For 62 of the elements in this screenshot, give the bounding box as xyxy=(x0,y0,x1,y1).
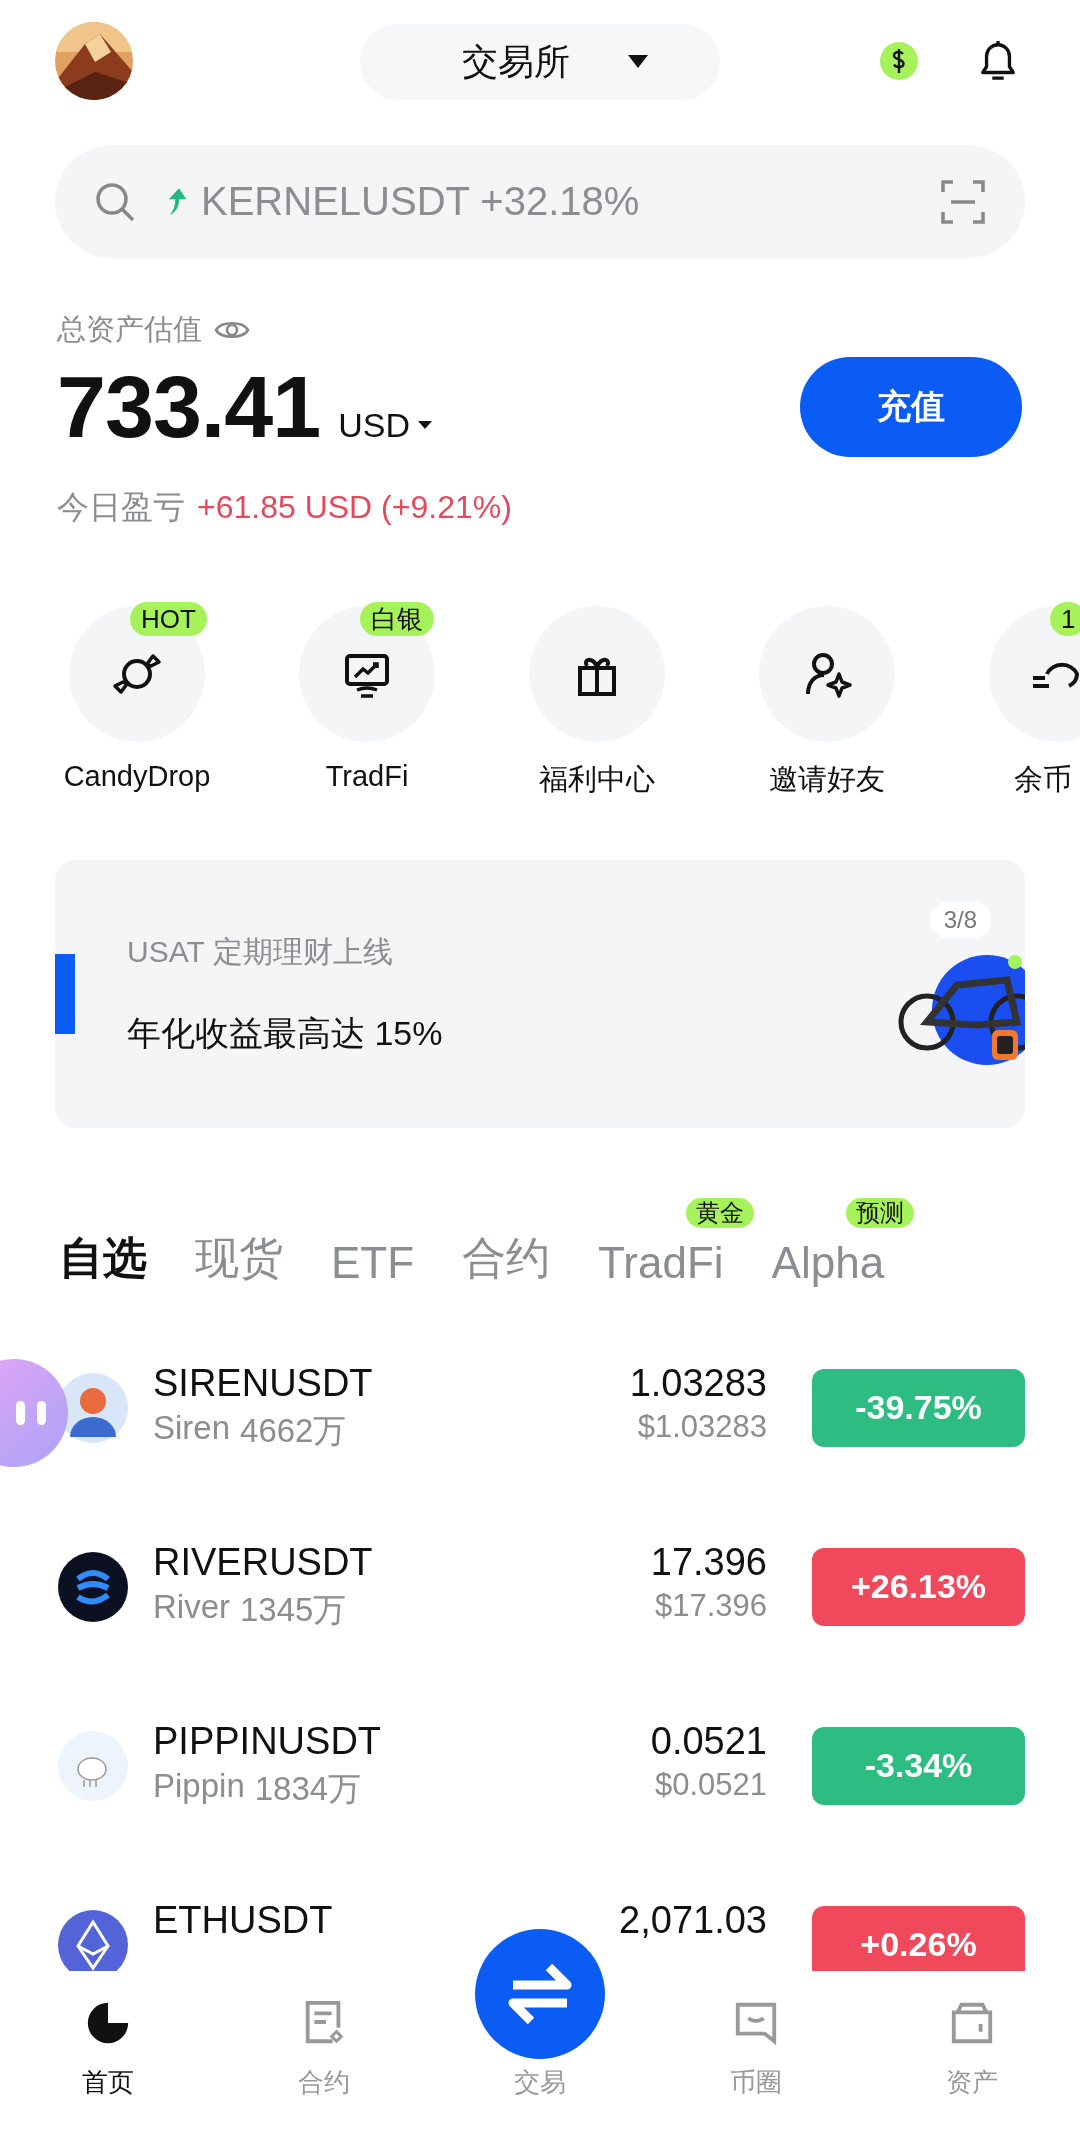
badge: 黄金 xyxy=(685,1198,754,1228)
balance-label: 总资产估值 xyxy=(57,312,202,347)
deposit-button[interactable]: 充值 xyxy=(800,357,1022,457)
change-badge[interactable]: -3.34% xyxy=(812,1726,1025,1805)
caret-icon xyxy=(417,421,432,430)
pnl-value: +61.85 USD (+9.21%) xyxy=(197,489,512,526)
badge: 1 xyxy=(1050,602,1080,636)
page-indicator: 3/8 xyxy=(929,902,991,938)
currency-selector[interactable]: USD xyxy=(338,406,432,445)
pair-symbol: RIVERUSDT xyxy=(153,1540,374,1584)
volume: 1345万 xyxy=(240,1589,347,1630)
badge: 白银 xyxy=(360,602,434,636)
nav-tab[interactable]: 币圈 xyxy=(648,1971,864,2131)
pair-symbol: SIRENUSDT xyxy=(153,1361,374,1405)
nav-tab[interactable]: 交易 xyxy=(514,2065,566,2095)
market-tab[interactable]: 现货 xyxy=(195,1229,283,1288)
nav-tab[interactable]: 首页 xyxy=(0,1971,216,2131)
shortcut-label: TradFi xyxy=(325,760,409,793)
coin-icon xyxy=(58,1551,128,1622)
shortcut-label: CandyDrop xyxy=(63,760,211,793)
usd-price: $17.396 xyxy=(654,1587,767,1624)
price: 17.396 xyxy=(650,1540,767,1584)
swap-button[interactable] xyxy=(475,1929,605,2059)
change-badge[interactable]: +0.26% xyxy=(812,1905,1025,1971)
market-tab[interactable]: 合约 xyxy=(462,1229,551,1288)
usd-price: $1.03283 xyxy=(637,1408,767,1445)
shortcut-label: 福利中心 xyxy=(539,762,655,797)
change-badge[interactable]: -39.75% xyxy=(812,1368,1025,1447)
banner-title: 年化收益最高达 15% xyxy=(127,1012,443,1054)
pnl-label: 今日盈亏 xyxy=(57,488,185,527)
badge: HOT xyxy=(130,602,207,636)
coin-name: Siren xyxy=(153,1408,231,1448)
price: 0.0521 xyxy=(650,1719,767,1763)
coin-icon xyxy=(58,1730,128,1801)
coin-name: River xyxy=(153,1587,230,1627)
volume: 1834万 xyxy=(254,1768,362,1809)
exchange-selector[interactable]: 交易所 xyxy=(360,24,720,100)
promo-banner[interactable]: USAT 定期理财上线 年化收益最高达 15% 3/8 xyxy=(55,860,1025,1128)
change-badge[interactable]: +26.13% xyxy=(812,1547,1025,1626)
shortcut-label: 邀请好友 xyxy=(769,762,885,797)
price: 1.03283 xyxy=(629,1361,767,1405)
badge: 预测 xyxy=(846,1198,915,1228)
nav-tab[interactable]: 合约 xyxy=(216,1971,432,2131)
market-tab[interactable]: ETF xyxy=(331,1238,415,1288)
scan-icon[interactable] xyxy=(941,179,985,224)
market-tab[interactable]: Alpha xyxy=(771,1238,885,1288)
usd-price: $0.0521 xyxy=(654,1766,767,1803)
balance-amount: 733.41 xyxy=(57,356,321,458)
nav-tab[interactable]: 资产 xyxy=(864,1971,1080,2131)
search-field[interactable]: KERNELUSDT +32.18% xyxy=(199,178,941,225)
volume: 4662万 xyxy=(240,1410,347,1451)
market-tab[interactable]: 自选 xyxy=(59,1229,147,1288)
banner-subtitle: USAT 定期理财上线 xyxy=(127,933,394,970)
coin-name: Pippin xyxy=(153,1766,245,1806)
market-tab[interactable]: TradFi xyxy=(598,1238,724,1288)
caret-icon xyxy=(628,55,648,69)
price: 2,071.03 xyxy=(619,1898,767,1942)
search-bar[interactable]: KERNELUSDT +32.18% xyxy=(55,145,1025,258)
shortcut-label: 余币 xyxy=(1014,762,1072,797)
dollar-icon[interactable] xyxy=(879,41,919,81)
pair-symbol: PIPPINUSDT xyxy=(153,1719,383,1763)
pair-symbol: ETHUSDT xyxy=(153,1898,334,1942)
